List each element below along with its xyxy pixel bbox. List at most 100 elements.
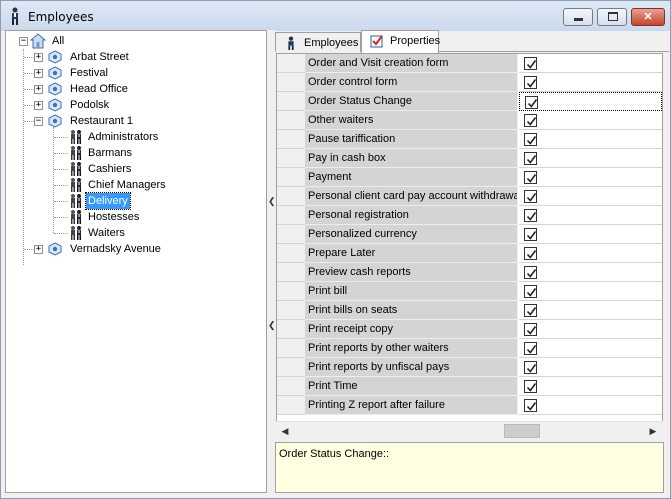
minimize-button[interactable] [563, 8, 593, 26]
property-checkbox[interactable] [524, 76, 537, 89]
collapse-icon[interactable]: − [34, 117, 43, 126]
property-value[interactable] [519, 377, 662, 396]
property-checkbox[interactable] [524, 266, 537, 279]
property-value[interactable] [519, 168, 662, 187]
property-checkbox[interactable] [524, 228, 537, 241]
panel-splitter[interactable]: ❮ ❮ [267, 30, 276, 493]
maximize-button[interactable] [597, 8, 627, 26]
property-checkbox[interactable] [524, 323, 537, 336]
property-value[interactable] [519, 301, 662, 320]
tree-node-group[interactable]: Chief Managers [6, 177, 256, 193]
properties-grid[interactable]: Order and Visit creation form Order contr… [276, 53, 663, 439]
collapse-left-icon[interactable]: ❮ [268, 320, 276, 330]
expand-icon[interactable]: + [34, 53, 43, 62]
property-row[interactable]: Order Status Change [277, 92, 662, 111]
property-row[interactable]: Other waiters [277, 111, 662, 130]
property-row[interactable]: Print Time [277, 377, 662, 396]
row-indent [277, 282, 305, 301]
property-checkbox[interactable] [524, 114, 537, 127]
property-row[interactable]: Personal client card pay account withdra… [277, 187, 662, 206]
property-checkbox[interactable] [525, 96, 538, 109]
property-value[interactable] [519, 92, 662, 111]
property-value[interactable] [519, 130, 662, 149]
property-value[interactable] [519, 149, 662, 168]
property-value[interactable] [519, 54, 662, 73]
expand-icon[interactable]: + [34, 245, 43, 254]
row-indent [277, 54, 305, 73]
tree-node-restaurant[interactable]: + Podolsk [6, 97, 256, 113]
property-checkbox[interactable] [524, 133, 537, 146]
property-checkbox[interactable] [524, 190, 537, 203]
property-row[interactable]: Print reports by other waiters [277, 339, 662, 358]
property-row[interactable]: Print reports by unfiscal pays [277, 358, 662, 377]
expand-icon[interactable]: + [34, 101, 43, 110]
horizontal-scrollbar[interactable]: ◀ ▶ [276, 421, 663, 439]
property-checkbox[interactable] [524, 209, 537, 222]
row-indent [277, 206, 305, 225]
property-value[interactable] [519, 73, 662, 92]
tree-node-group[interactable]: Administrators [6, 129, 256, 145]
property-row[interactable]: Pause tariffication [277, 130, 662, 149]
tree-node-group[interactable]: Hostesses [6, 209, 256, 225]
tab-employees[interactable]: Employees [275, 32, 361, 52]
expand-icon[interactable]: + [34, 85, 43, 94]
close-button[interactable]: ✕ [631, 8, 665, 26]
tree-node-group[interactable]: Cashiers [6, 161, 256, 177]
property-checkbox[interactable] [524, 342, 537, 355]
property-row[interactable]: Personalized currency [277, 225, 662, 244]
tree-node-restaurant[interactable]: + Arbat Street [6, 49, 256, 65]
group-tree[interactable]: − All + Arbat Street + Festival + Head Office + P… [5, 30, 267, 493]
tree-node-all[interactable]: − All [14, 33, 254, 49]
property-checkbox[interactable] [524, 171, 537, 184]
maximize-icon [608, 12, 618, 21]
tree-node-restaurant[interactable]: + Festival [6, 65, 256, 81]
property-row[interactable]: Printing Z report after failure [277, 396, 662, 415]
property-checkbox[interactable] [524, 152, 537, 165]
property-value[interactable] [519, 320, 662, 339]
property-value[interactable] [519, 339, 662, 358]
property-value[interactable] [519, 244, 662, 263]
property-checkbox[interactable] [524, 285, 537, 298]
property-value[interactable] [519, 263, 662, 282]
property-row[interactable]: Order and Visit creation form [277, 54, 662, 73]
tree-node-restaurant[interactable]: + Head Office [6, 81, 256, 97]
property-value[interactable] [519, 111, 662, 130]
property-value[interactable] [519, 187, 662, 206]
scroll-left-icon[interactable]: ◀ [278, 424, 292, 438]
expand-icon[interactable]: + [34, 69, 43, 78]
tree-node-restaurant[interactable]: + Vernadsky Avenue [6, 241, 256, 257]
row-indent [277, 301, 305, 320]
scroll-thumb[interactable] [504, 424, 540, 438]
tree-node-label: Restaurant 1 [70, 115, 133, 127]
property-value[interactable] [519, 358, 662, 377]
property-value[interactable] [519, 225, 662, 244]
tree-node-group[interactable]: Delivery [6, 192, 256, 210]
property-row[interactable]: Preview cash reports [277, 263, 662, 282]
title-bar[interactable]: Employees ✕ [1, 1, 670, 31]
property-row[interactable]: Payment [277, 168, 662, 187]
property-row[interactable]: Personal registration [277, 206, 662, 225]
property-checkbox[interactable] [524, 304, 537, 317]
property-row[interactable]: Pay in cash box [277, 149, 662, 168]
tree-node-restaurant[interactable]: − Restaurant 1 [6, 113, 256, 129]
property-checkbox[interactable] [524, 361, 537, 374]
scroll-right-icon[interactable]: ▶ [646, 424, 660, 438]
property-row[interactable]: Print receipt copy [277, 320, 662, 339]
property-checkbox[interactable] [524, 57, 537, 70]
collapse-icon[interactable]: − [19, 37, 28, 46]
tree-node-group[interactable]: Barmans [6, 145, 256, 161]
property-value[interactable] [519, 282, 662, 301]
property-row[interactable]: Order control form [277, 73, 662, 92]
property-row[interactable]: Print bill [277, 282, 662, 301]
property-value[interactable] [519, 396, 662, 415]
property-row[interactable]: Print bills on seats [277, 301, 662, 320]
collapse-left-icon[interactable]: ❮ [268, 196, 276, 206]
property-checkbox[interactable] [524, 399, 537, 412]
tree-node-group[interactable]: Waiters [6, 225, 256, 241]
property-value[interactable] [519, 206, 662, 225]
property-checkbox[interactable] [524, 247, 537, 260]
property-row[interactable]: Prepare Later [277, 244, 662, 263]
property-checkbox[interactable] [524, 380, 537, 393]
tab-properties[interactable]: Properties [361, 30, 440, 53]
tree-guide-line [24, 121, 34, 122]
